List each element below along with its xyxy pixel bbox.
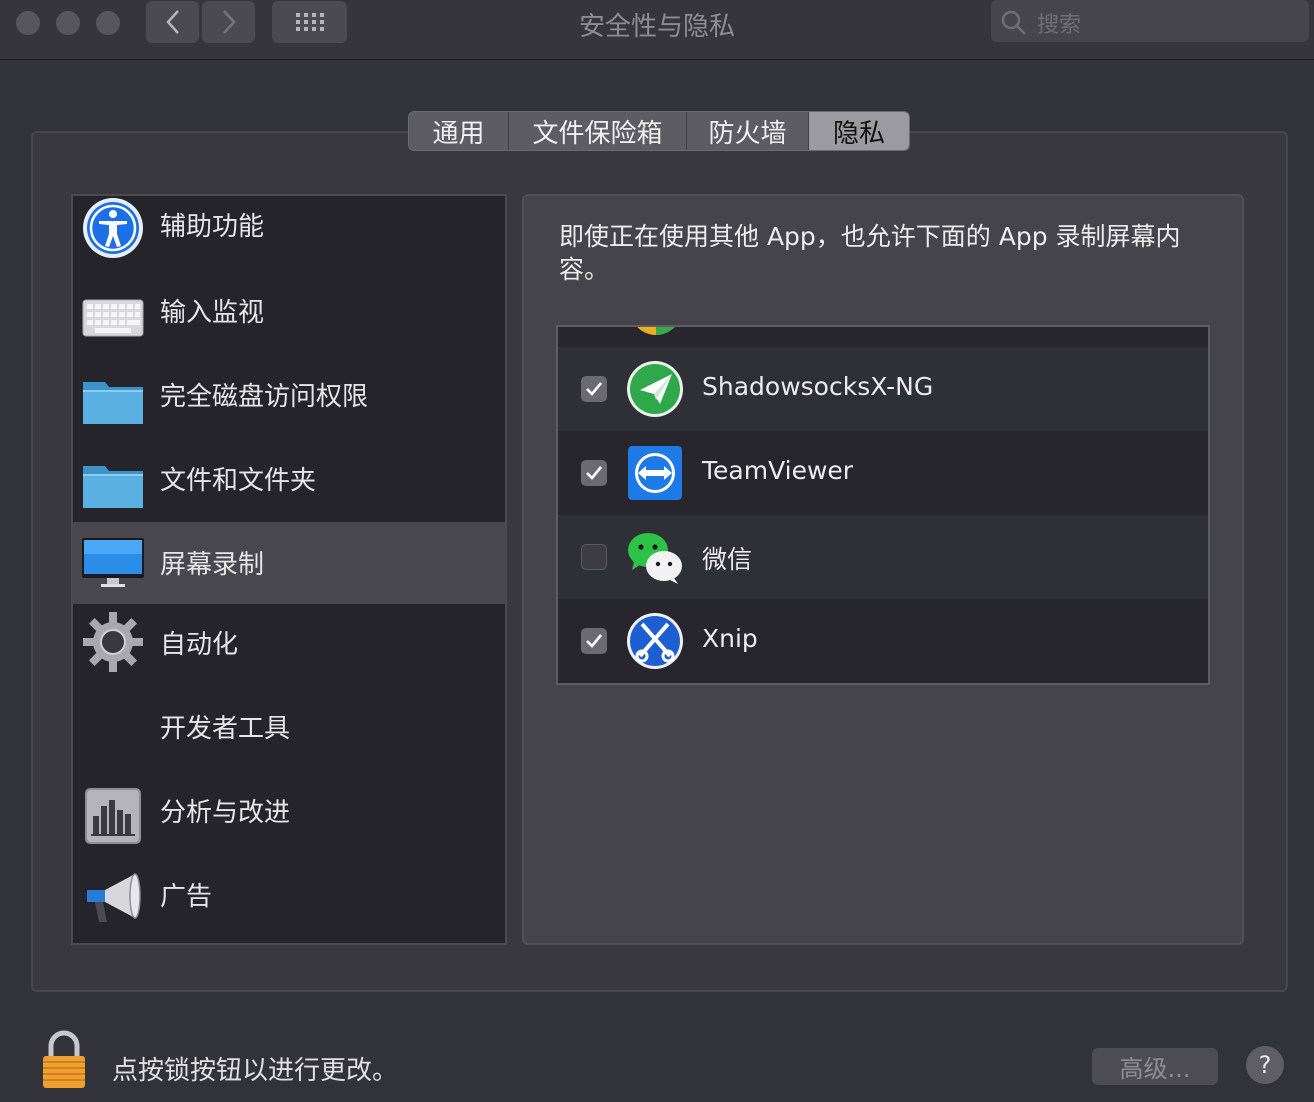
app-name: Xnip [702, 624, 758, 653]
sidebar-item-automation[interactable]: 自动化 [73, 612, 505, 696]
tab-firewall[interactable]: 防火墙 [687, 112, 809, 150]
app-checkbox[interactable] [581, 376, 607, 402]
sidebar-item-files-and-folders[interactable]: 文件和文件夹 [73, 446, 505, 528]
display-icon [82, 538, 144, 587]
search-field[interactable]: 搜索 [991, 0, 1309, 42]
sidebar-item-developer-tools[interactable]: 开发者工具 [73, 698, 505, 780]
search-icon [1001, 10, 1026, 35]
tab-bar: 通用 文件保险箱 防火墙 隐私 [408, 111, 910, 151]
sidebar-item-full-disk-access[interactable]: 完全磁盘访问权限 [73, 362, 505, 444]
sidebar-item-advertising[interactable]: 广告 [73, 866, 505, 948]
sidebar-item-label: 广告 [160, 882, 213, 912]
scissors-icon [627, 613, 683, 669]
app-name: 微信 [702, 545, 753, 574]
checkmark-icon [586, 382, 603, 396]
sidebar-item-label: 开发者工具 [160, 714, 291, 744]
lock-icon[interactable] [40, 1030, 88, 1090]
app-name: ShadowsocksX-NG [702, 372, 934, 401]
bar-chart-icon [85, 788, 141, 844]
sidebar-item-label: 自动化 [160, 630, 239, 660]
app-row-shadowsocksx-ng[interactable]: ShadowsocksX-NG [558, 347, 1208, 431]
search-placeholder: 搜索 [1037, 13, 1082, 38]
folder-icon [83, 382, 143, 424]
app-row-wechat[interactable]: 微信 [558, 515, 1208, 599]
sidebar-item-label: 完全磁盘访问权限 [160, 382, 369, 412]
tab-filevault[interactable]: 文件保险箱 [509, 112, 687, 150]
teamviewer-icon [628, 446, 682, 500]
sidebar-item-input-monitoring[interactable]: 输入监视 [73, 278, 505, 360]
keyboard-icon [82, 299, 144, 337]
app-row-xnip[interactable]: Xnip [558, 599, 1208, 683]
privacy-category-list: 辅助功能 输入监视 完全磁盘访问权限 文件和文件夹 屏幕录制 自动化 开发者工具… [71, 194, 507, 945]
app-checkbox[interactable] [581, 628, 607, 654]
tab-privacy[interactable]: 隐私 [809, 112, 909, 150]
help-button[interactable]: ? [1246, 1046, 1284, 1084]
paper-plane-icon [627, 361, 683, 417]
checkmark-icon [586, 634, 603, 648]
app-checkbox[interactable] [581, 544, 607, 570]
sidebar-item-label: 辅助功能 [160, 212, 265, 242]
accessibility-icon [83, 198, 143, 258]
sidebar-item-label: 输入监视 [160, 298, 265, 328]
app-checkbox[interactable] [581, 460, 607, 486]
megaphone-icon [87, 873, 141, 922]
sidebar-item-label: 屏幕录制 [160, 550, 265, 580]
wechat-icon [628, 533, 682, 584]
tab-general[interactable]: 通用 [409, 112, 509, 150]
folder-icon [83, 466, 143, 508]
sidebar-item-accessibility[interactable]: 辅助功能 [73, 194, 505, 276]
sidebar-item-label: 分析与改进 [160, 798, 291, 828]
app-name: TeamViewer [702, 456, 854, 485]
sidebar-item-screen-recording[interactable]: 屏幕录制 [73, 522, 505, 604]
app-row-teamviewer[interactable]: TeamViewer [558, 431, 1208, 515]
app-list[interactable]: ShadowsocksX-NG TeamViewer 微信 Xnip [556, 325, 1210, 685]
sidebar-item-label: 文件和文件夹 [160, 466, 317, 496]
gear-icon [83, 612, 143, 672]
app-icon-partial [637, 327, 675, 335]
title-bar: 安全性与隐私 搜索 [0, 0, 1314, 60]
screen-recording-panel: 即使正在使用其他 App，也允许下面的 App 录制屏幕内容。 Shadowso… [522, 194, 1244, 945]
checkmark-icon [586, 466, 603, 480]
sidebar-item-analytics[interactable]: 分析与改进 [73, 782, 505, 864]
screen-recording-description: 即使正在使用其他 App，也允许下面的 App 录制屏幕内容。 [559, 222, 1181, 284]
lock-instruction-text: 点按锁按钮以进行更改。 [112, 1056, 399, 1086]
advanced-button[interactable]: 高级... [1092, 1048, 1218, 1085]
